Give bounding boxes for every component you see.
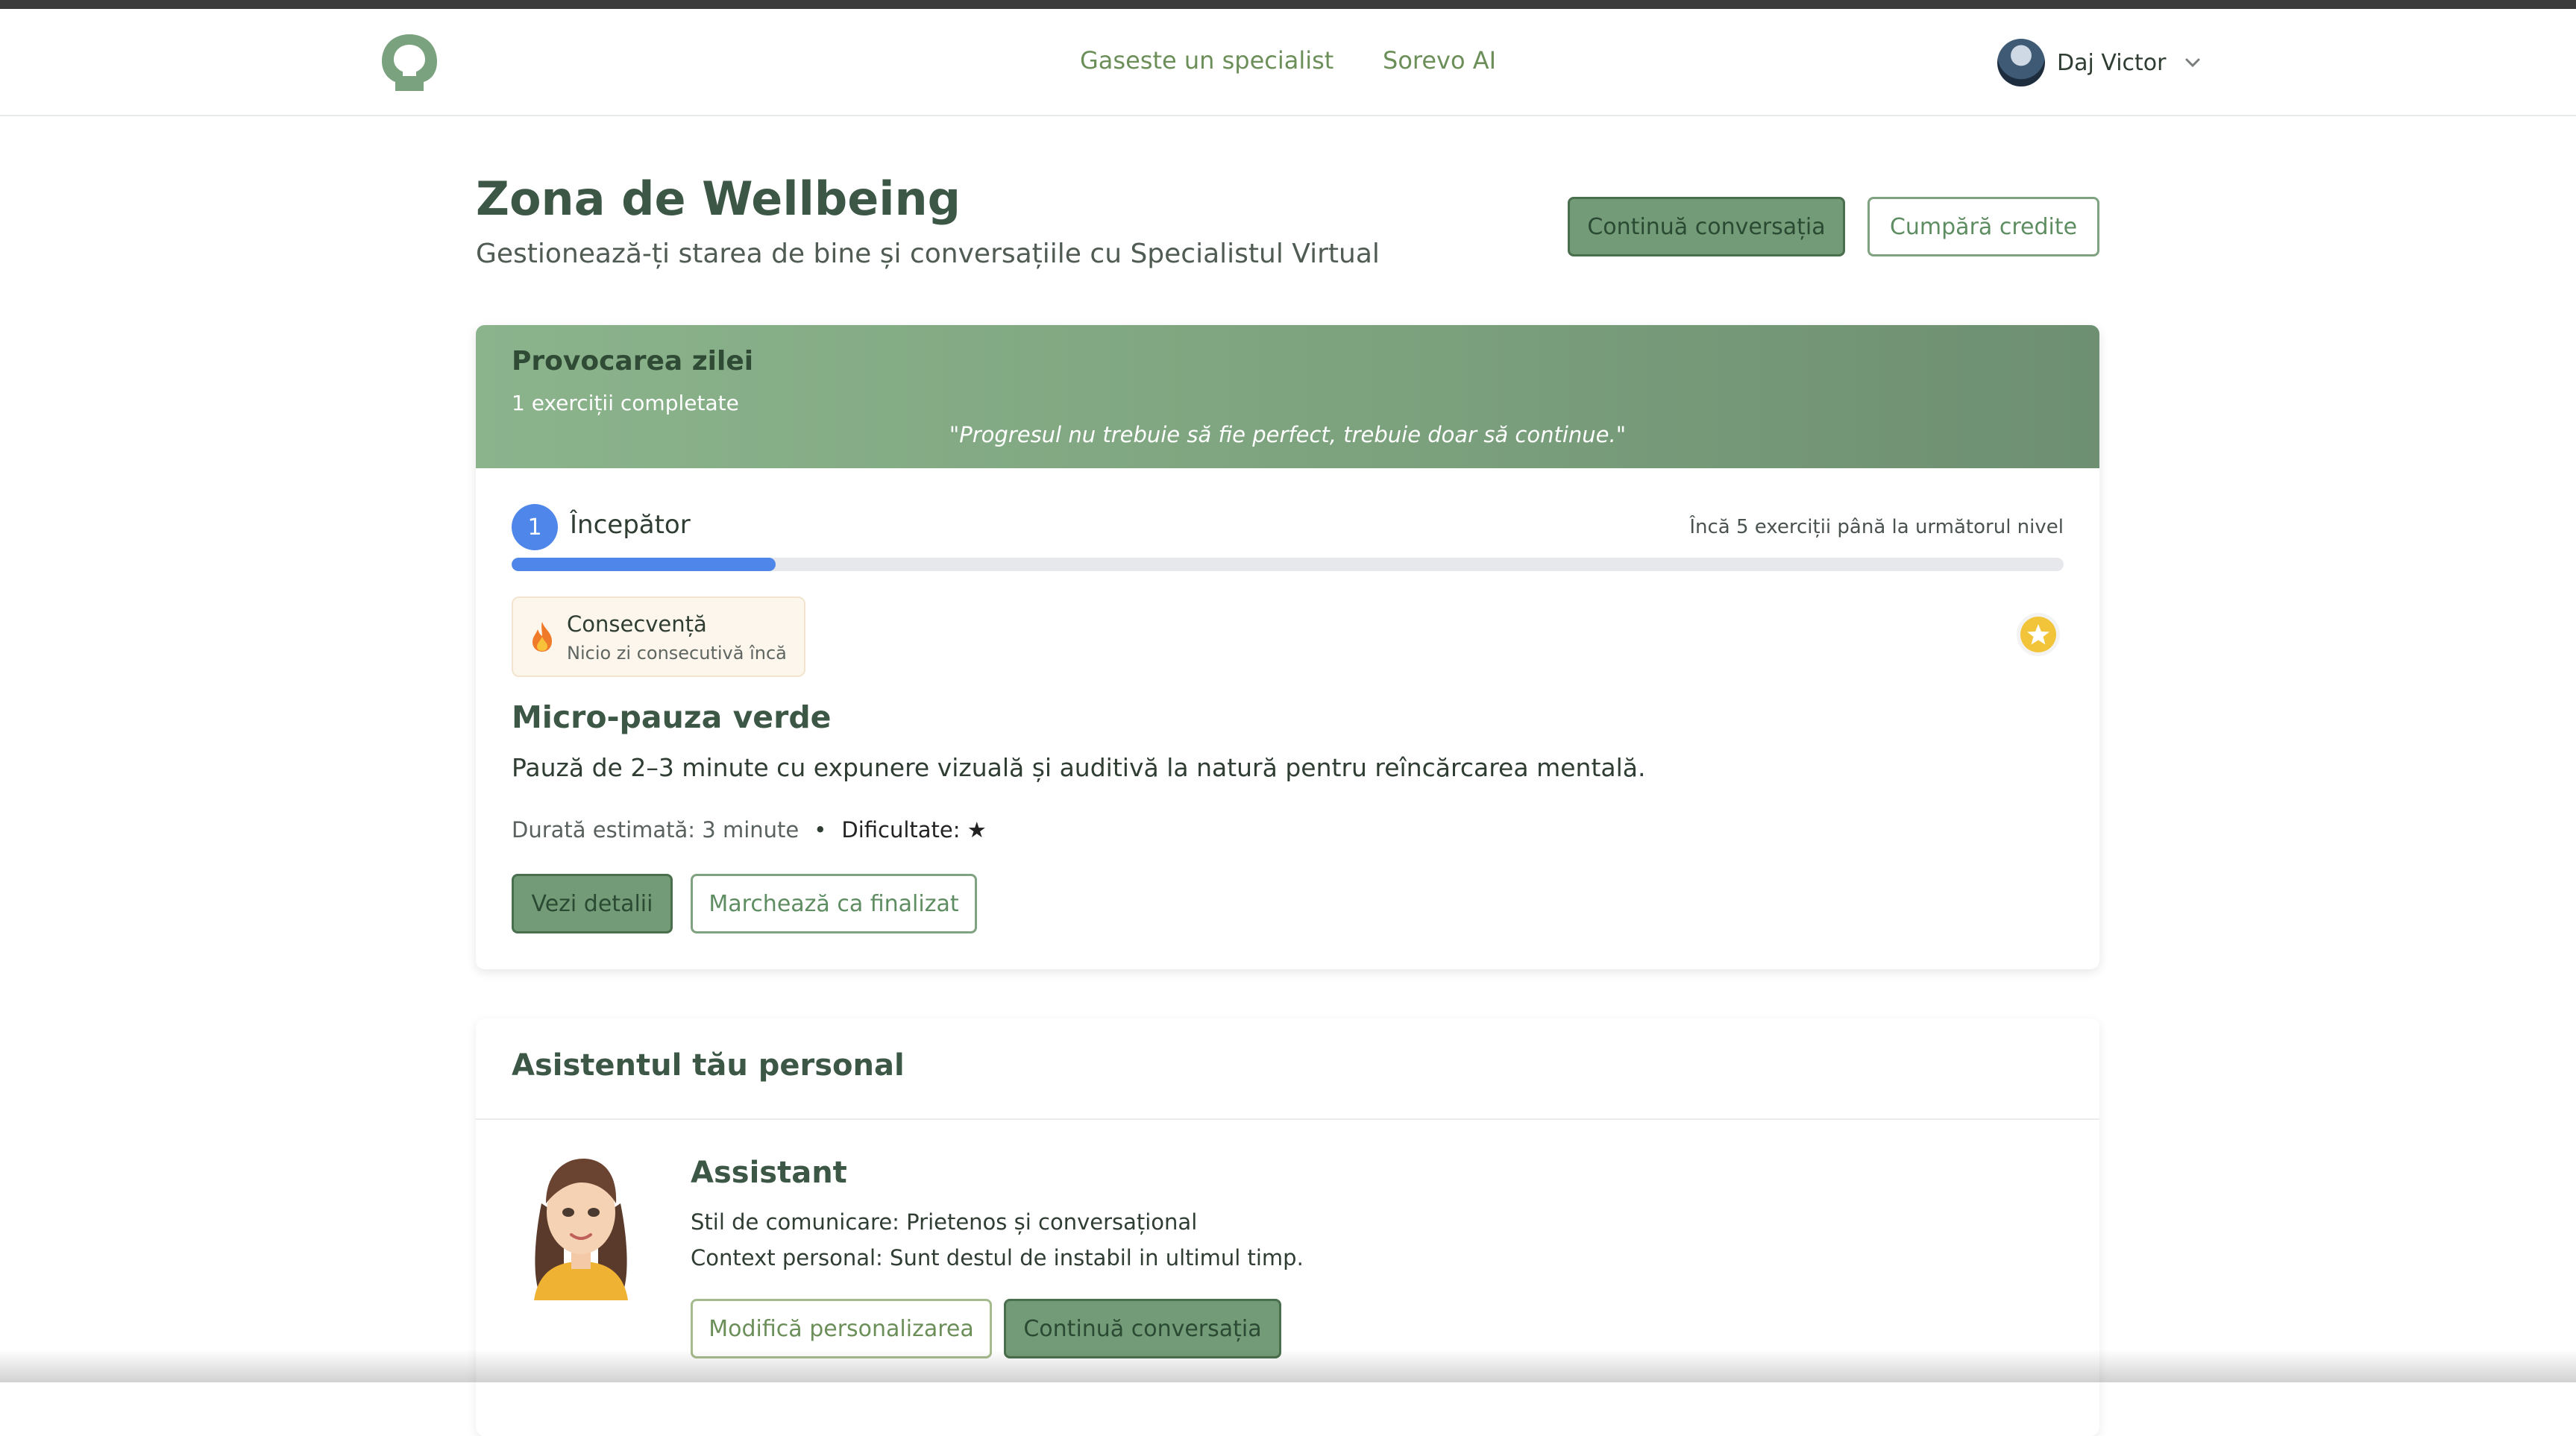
exercise-meta: Durată estimată: 3 minute • Dificultate:… [512, 817, 987, 843]
window-bottom-shadow [0, 1350, 2576, 1382]
exercise-description: Pauză de 2–3 minute cu expunere vizuală … [512, 753, 1646, 782]
user-menu[interactable]: Daj Victor [1997, 39, 2204, 86]
challenge-title: Provocarea zilei [512, 346, 754, 377]
exercise-duration: Durată estimată: 3 minute [512, 817, 799, 843]
user-name: Daj Victor [2057, 49, 2167, 76]
site-header: Gaseste un specialist Sorevo AI Daj Vict… [0, 9, 2576, 116]
assistant-avatar [534, 1159, 628, 1300]
exercises-completed: 1 exerciții completate [512, 391, 739, 415]
motivational-quote: "Progresul nu trebuie să fie perfect, tr… [949, 422, 1627, 447]
chevron-down-icon [2185, 58, 2199, 68]
challenge-banner: Provocarea zilei 1 exerciții completate … [476, 325, 2099, 468]
exercise-difficulty: Dificultate: ★ [841, 817, 987, 843]
exercise-title: Micro-pauza verde [512, 699, 832, 735]
next-level-hint: Încă 5 exerciții până la următorul nivel [1689, 516, 2064, 538]
streak-badge: Consecvență Nicio zi consecutivă încă [512, 596, 805, 677]
assistant-style: Stil de comunicare: Prietenos și convers… [691, 1209, 1198, 1235]
assistant-section-title: Asistentul tău personal [512, 1048, 905, 1083]
meta-separator: • [814, 817, 827, 843]
nav-sorevo-ai[interactable]: Sorevo AI [1383, 46, 1496, 75]
mark-finished-button[interactable]: Marchează ca finalizat [691, 874, 977, 933]
level-progress-fill [512, 558, 776, 571]
divider [476, 1118, 2099, 1120]
streak-subtitle: Nicio zi consecutivă încă [567, 643, 787, 664]
assistant-context: Context personal: Sunt destul de instabi… [691, 1245, 1304, 1270]
buy-credits-button[interactable]: Cumpără credite [1867, 197, 2099, 256]
user-avatar [1997, 39, 2045, 86]
level-badge: 1 [512, 504, 558, 550]
nav-find-specialist[interactable]: Gaseste un specialist [1080, 46, 1333, 75]
page-subtitle: Gestionează-ți starea de bine și convers… [476, 239, 1380, 269]
streak-title: Consecvență [567, 611, 707, 637]
assistant-name: Assistant [691, 1156, 847, 1190]
flame-icon [533, 622, 552, 652]
continue-conversation-button[interactable]: Continuă conversația [1568, 197, 1845, 256]
level-name: Începător [570, 510, 691, 540]
brain-logo-icon[interactable] [379, 31, 440, 92]
level-progress-bar [512, 558, 2064, 571]
page-title: Zona de Wellbeing [476, 171, 961, 226]
star-badge-icon[interactable] [2015, 611, 2061, 658]
daily-challenge-card: Provocarea zilei 1 exerciții completate … [476, 325, 2099, 969]
window-top-border [0, 0, 2576, 9]
view-details-button[interactable]: Vezi detalii [512, 874, 673, 933]
